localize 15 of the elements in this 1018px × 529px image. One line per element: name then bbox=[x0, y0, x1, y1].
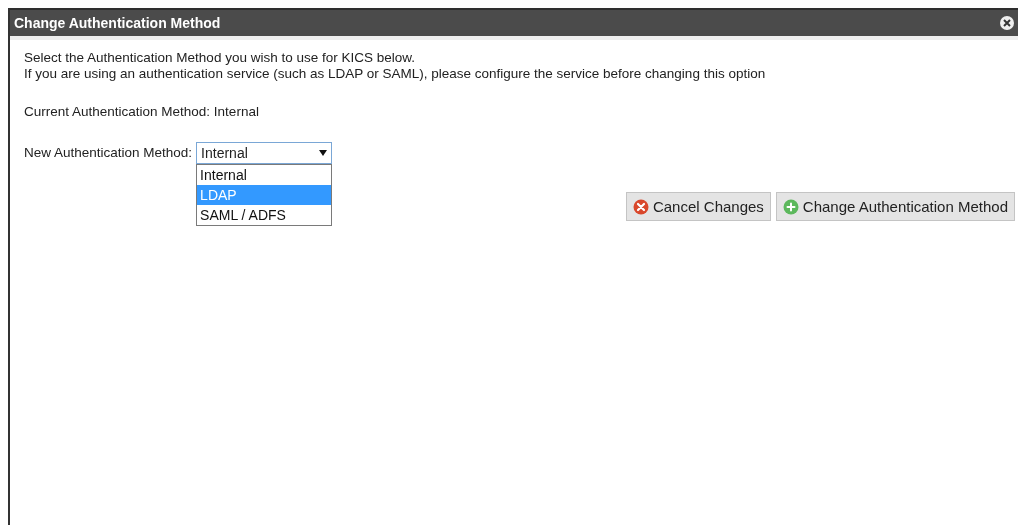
confirm-button[interactable]: Change Authentication Method bbox=[775, 192, 1015, 221]
close-button[interactable] bbox=[1000, 16, 1014, 30]
window-title: Change Authentication Method bbox=[14, 13, 221, 33]
dropdown-caret-icon bbox=[319, 150, 328, 156]
dropdown-option[interactable]: SAML / ADFS bbox=[197, 205, 332, 225]
plus-icon bbox=[782, 198, 799, 215]
method-select[interactable]: Internal bbox=[196, 142, 333, 164]
current-method-text: Current Authentication Method: Internal bbox=[24, 104, 260, 120]
close-icon bbox=[632, 198, 649, 215]
dropdown-option[interactable]: Internal bbox=[197, 165, 332, 185]
cancel-button[interactable]: Cancel Changes bbox=[625, 192, 771, 221]
intro-text: Select the Authentication Method you wish to use for KICS below. bbox=[24, 50, 416, 66]
close-icon bbox=[1003, 19, 1011, 27]
field-label: New Authentication Method: bbox=[24, 145, 193, 161]
intro-text: If you are using an authentication service (such as LDAP or SAML), please configure the service before changing this option bbox=[24, 66, 767, 82]
